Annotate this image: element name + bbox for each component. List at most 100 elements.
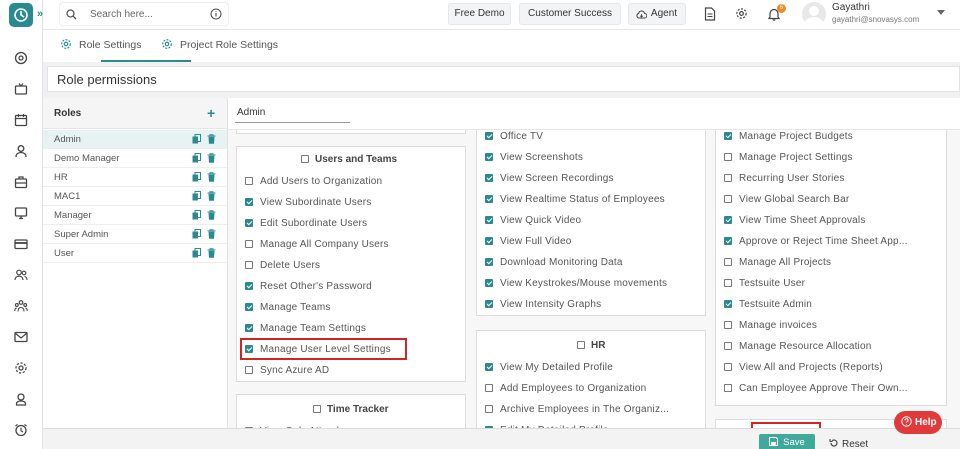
group-title[interactable]: HR (577, 340, 605, 351)
customer-success-button[interactable]: Customer Success (519, 3, 621, 25)
copy-icon[interactable] (192, 229, 201, 239)
permission-item[interactable]: Manage Teams (245, 302, 331, 313)
checkbox[interactable] (724, 174, 732, 182)
permission-item[interactable]: Edit Subordinate Users (245, 218, 367, 229)
user-icon[interactable] (14, 144, 28, 158)
checkbox[interactable] (245, 303, 253, 311)
trash-icon[interactable] (207, 172, 216, 182)
checkbox[interactable] (485, 153, 493, 161)
calendar-icon[interactable] (14, 113, 28, 127)
document-icon[interactable] (704, 7, 716, 21)
checkbox[interactable] (485, 384, 493, 392)
info-icon[interactable] (210, 8, 222, 20)
checkbox[interactable] (245, 366, 253, 374)
checkbox[interactable] (485, 216, 493, 224)
permission-item[interactable]: Manage Project Budgets (724, 131, 853, 142)
mail-icon[interactable] (14, 330, 28, 344)
checkbox[interactable] (485, 405, 493, 413)
gear-icon[interactable] (735, 7, 748, 20)
tab-role-settings[interactable]: Role Settings (61, 39, 141, 51)
copy-icon[interactable] (192, 191, 201, 201)
profile-icon[interactable] (14, 392, 28, 406)
checkbox[interactable] (485, 300, 493, 308)
checkbox[interactable] (724, 279, 732, 287)
permission-item[interactable]: Can Employee Approve Their Own... (724, 383, 908, 394)
tv-icon[interactable] (14, 82, 28, 96)
trash-icon[interactable] (207, 248, 216, 258)
permission-item[interactable]: View Realtime Status of Employees (485, 194, 665, 205)
free-demo-button[interactable]: Free Demo (448, 3, 511, 25)
checkbox[interactable] (485, 363, 493, 371)
alarm-icon[interactable] (14, 423, 28, 437)
checkbox[interactable] (485, 174, 493, 182)
permission-item[interactable]: Add Users to Organization (245, 176, 382, 187)
role-item[interactable]: HR (43, 168, 227, 187)
search-box[interactable] (59, 2, 229, 26)
permission-item[interactable]: Download Monitoring Data (485, 257, 623, 268)
monitor-icon[interactable] (14, 206, 28, 220)
reset-button[interactable]: Reset (829, 438, 868, 449)
checkbox[interactable] (245, 177, 253, 185)
dashboard-icon[interactable] (14, 51, 28, 65)
checkbox[interactable] (485, 195, 493, 203)
permission-item[interactable]: View Full Video (485, 236, 572, 247)
checkbox[interactable] (245, 324, 253, 332)
checkbox[interactable] (724, 153, 732, 161)
trash-icon[interactable] (207, 134, 216, 144)
permission-item[interactable]: Manage Project Settings (724, 152, 853, 163)
checkbox[interactable] (724, 258, 732, 266)
add-role-button[interactable]: + (207, 105, 215, 121)
checkbox[interactable] (245, 219, 253, 227)
role-item[interactable]: User (43, 244, 227, 263)
checkbox[interactable] (724, 384, 732, 392)
trash-icon[interactable] (207, 210, 216, 220)
chevron-down-icon[interactable] (937, 10, 945, 16)
permission-item[interactable]: Manage Team Settings (245, 323, 366, 334)
trash-icon[interactable] (207, 191, 216, 201)
permission-item[interactable]: View My Detailed Profile (485, 362, 613, 373)
expand-rail-icon[interactable]: » (37, 8, 43, 20)
checkbox[interactable] (485, 132, 493, 140)
checkbox[interactable] (245, 198, 253, 206)
permission-item[interactable]: Office TV (485, 131, 543, 142)
users-icon[interactable] (14, 268, 28, 282)
permission-item[interactable]: View Time Sheet Approvals (724, 215, 866, 226)
checkbox[interactable] (724, 237, 732, 245)
avatar[interactable] (802, 2, 826, 26)
checkbox[interactable] (245, 261, 253, 269)
role-item[interactable]: Admin (43, 130, 227, 149)
permission-item[interactable]: View Quick Video (485, 215, 581, 226)
card-icon[interactable] (14, 237, 28, 251)
permission-item[interactable]: Testsuite User (724, 278, 805, 289)
tab-project-role-settings[interactable]: Project Role Settings (162, 39, 278, 51)
checkbox[interactable] (724, 342, 732, 350)
permission-item[interactable]: View Subordinate Users (245, 197, 372, 208)
permission-item[interactable]: Sync Azure AD (245, 365, 329, 376)
trash-icon[interactable] (207, 229, 216, 239)
checkbox[interactable] (301, 155, 309, 163)
checkbox[interactable] (485, 258, 493, 266)
permission-item[interactable]: Manage All Projects (724, 257, 831, 268)
app-logo[interactable] (9, 3, 33, 27)
checkbox[interactable] (245, 282, 253, 290)
save-button[interactable]: Save (759, 434, 815, 449)
checkbox[interactable] (577, 341, 585, 349)
copy-icon[interactable] (192, 172, 201, 182)
checkbox[interactable] (485, 279, 493, 287)
copy-icon[interactable] (192, 153, 201, 163)
group-title[interactable]: Time Tracker (313, 404, 389, 415)
permission-item[interactable]: View Screenshots (485, 152, 583, 163)
role-item[interactable]: Super Admin (43, 225, 227, 244)
role-item[interactable]: Manager (43, 206, 227, 225)
help-button[interactable]: Help (894, 411, 942, 434)
role-item[interactable]: MAC1 (43, 187, 227, 206)
checkbox[interactable] (485, 237, 493, 245)
checkbox[interactable] (313, 405, 321, 413)
permission-item[interactable]: Archive Employees in The Organiz... (485, 404, 669, 415)
permission-item[interactable]: Add Employees to Organization (485, 383, 646, 394)
permission-item[interactable]: View Keystrokes/Mouse movements (485, 278, 667, 289)
checkbox[interactable] (724, 195, 732, 203)
permission-item[interactable]: Reset Other's Password (245, 281, 372, 292)
permission-item[interactable]: Delete Users (245, 260, 320, 271)
checkbox[interactable] (245, 240, 253, 248)
